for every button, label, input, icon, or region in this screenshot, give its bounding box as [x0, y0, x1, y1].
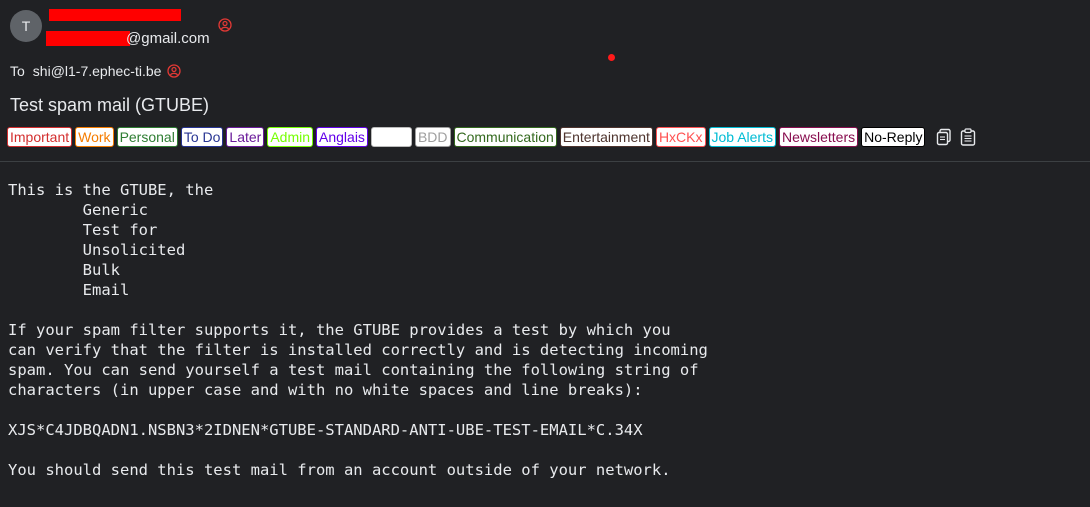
to-label: To: [10, 63, 25, 79]
tag-job-alerts[interactable]: Job Alerts: [708, 127, 776, 147]
body-line: This is the GTUBE, the: [8, 181, 214, 199]
gtube-string: XJS*C4JDBQADN1.NSBN3*2IDNEN*GTUBE-STANDA…: [8, 421, 643, 439]
tag-communication[interactable]: Communication: [453, 127, 557, 147]
body-line: You should send this test mail from an a…: [8, 461, 671, 479]
body-line: Test for: [8, 221, 158, 239]
contact-icon[interactable]: [167, 64, 182, 78]
tag-todo[interactable]: To Do: [180, 127, 224, 147]
sender-email-suffix[interactable]: @gmail.com: [126, 30, 210, 47]
body-line: Bulk: [8, 261, 120, 279]
tag-personal[interactable]: Personal: [116, 127, 178, 147]
email-subject: Test spam mail (GTUBE): [10, 95, 210, 115]
email-body: This is the GTUBE, the Generic Test for …: [8, 180, 1088, 480]
tag-newsletters[interactable]: Newsletters: [778, 127, 859, 147]
body-line: If your spam filter supports it, the GTU…: [8, 321, 671, 339]
tag-important[interactable]: Important: [7, 127, 73, 147]
tag-blank[interactable]: [370, 127, 412, 147]
annotation-dot: [608, 54, 615, 61]
header-divider: [0, 161, 1090, 162]
tag-entertainment[interactable]: Entertainment: [559, 127, 653, 147]
body-line: can verify that the filter is installed …: [8, 341, 708, 359]
redacted-sender-email: [46, 31, 130, 46]
body-line: Email: [8, 281, 130, 299]
sender-avatar[interactable]: T: [10, 10, 42, 42]
tag-admin[interactable]: Admin: [267, 127, 314, 147]
copy-icon[interactable]: [936, 128, 952, 146]
tag-hxckx[interactable]: HxCKx: [655, 127, 706, 147]
avatar-letter: T: [21, 18, 31, 34]
body-line: spam. You can send yourself a test mail …: [8, 361, 699, 379]
tag-work[interactable]: Work: [75, 127, 114, 147]
body-line: Generic: [8, 201, 148, 219]
contact-icon[interactable]: [218, 18, 232, 32]
tag-anglais[interactable]: Anglais: [316, 127, 368, 147]
clipboard-icon[interactable]: [960, 128, 976, 146]
body-line: characters (in upper case and with no wh…: [8, 381, 643, 399]
body-line: Unsolicited: [8, 241, 186, 259]
tag-bar: Important Work Personal To Do Later Admi…: [7, 127, 976, 147]
email-header: T @gmail.com To shi@l1-7.ephec-ti.be Tes…: [0, 0, 1090, 161]
tag-later[interactable]: Later: [226, 127, 265, 147]
tag-bdd[interactable]: BDD: [414, 127, 451, 147]
recipient-row: To shi@l1-7.ephec-ti.be: [10, 63, 182, 79]
tag-no-reply[interactable]: No-Reply: [861, 127, 926, 147]
recipient-address[interactable]: shi@l1-7.ephec-ti.be: [33, 63, 162, 79]
redacted-sender-name: [49, 9, 181, 21]
